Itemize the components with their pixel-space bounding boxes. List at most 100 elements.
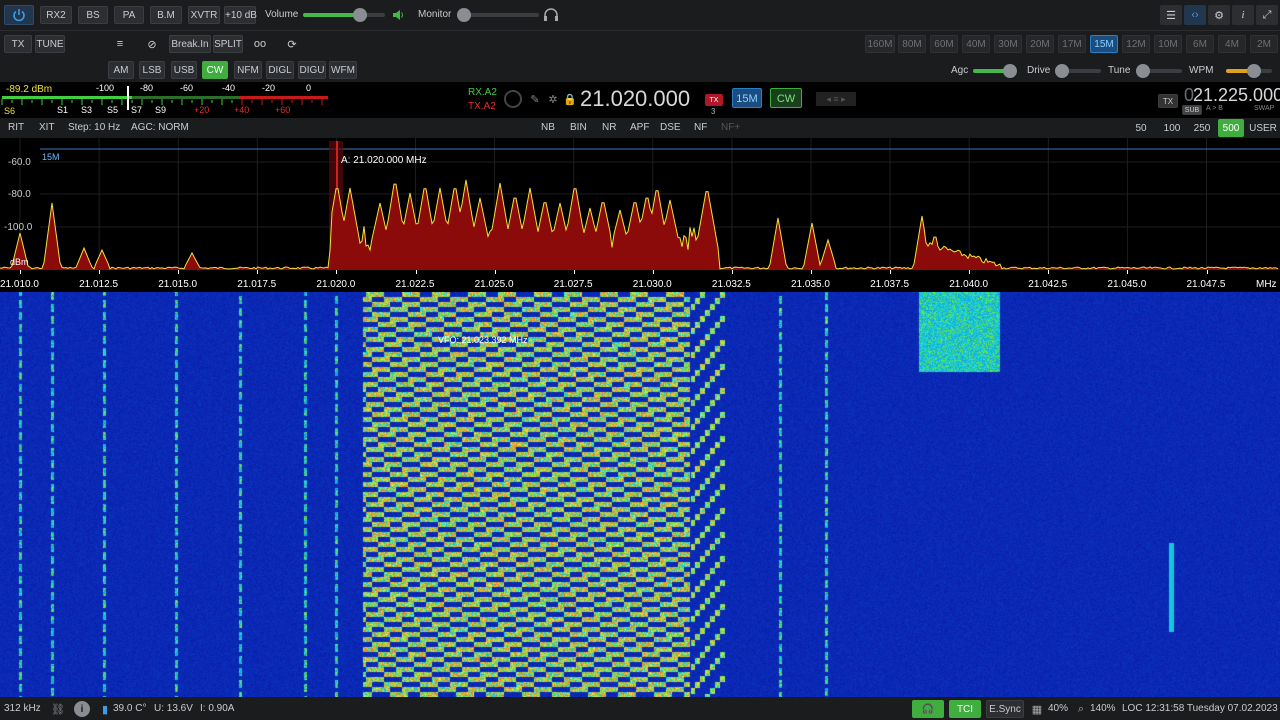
band-button-6m[interactable]: 6M <box>1186 35 1214 53</box>
agc-mode-label[interactable]: AGC: NORM <box>131 122 189 133</box>
info-circle-icon[interactable]: i <box>74 701 90 717</box>
sliders-icon[interactable]: ≡ <box>108 35 132 53</box>
band-button-2m[interactable]: 2M <box>1250 35 1278 53</box>
freq-tick-mark <box>20 270 21 274</box>
band-button-17m[interactable]: 17M <box>1058 35 1086 53</box>
tx-indicator: TX <box>705 94 723 106</box>
rx2-button[interactable]: RX2 <box>40 6 72 24</box>
step-label[interactable]: Step: 10 Hz <box>68 122 120 133</box>
filter-button-250[interactable]: 250 <box>1189 119 1215 137</box>
headset-icon: 🎧 <box>921 704 935 715</box>
link-icon[interactable]: ⛓ <box>50 701 66 717</box>
mode-button-wfm[interactable]: WFM <box>329 61 357 79</box>
mode-button-cw[interactable]: CW <box>202 61 228 79</box>
a-to-b-button[interactable]: A > B <box>1206 105 1223 112</box>
waterfall-panel[interactable]: VFO: 21.023.392 MHz <box>0 292 1280 697</box>
band-button-80m[interactable]: 80M <box>898 35 926 53</box>
filter-button-500[interactable]: 500 <box>1218 119 1244 137</box>
menu-icon[interactable]: ☰ <box>1160 5 1182 25</box>
mode-badge[interactable]: CW <box>770 88 802 108</box>
band-badge[interactable]: 15M <box>732 88 762 108</box>
xit-button[interactable]: XIT <box>39 122 55 133</box>
mode-button-nfm[interactable]: NFM <box>234 61 262 79</box>
band-button-20m[interactable]: 20M <box>1026 35 1054 53</box>
mode-button-am[interactable]: AM <box>108 61 134 79</box>
zoom-icon[interactable]: ⌕ <box>1074 702 1088 716</box>
dsp-button-dse[interactable]: DSE <box>660 122 681 133</box>
freq-tick-label: 21.032.5 <box>711 279 751 290</box>
spectrum-panel[interactable]: 15M A: 21.020.000 MHz -60.0 -80.0 -100.0… <box>0 138 1280 270</box>
headset-button[interactable]: 🎧 <box>912 700 944 718</box>
pa-button[interactable]: PA <box>114 6 144 24</box>
bs-button[interactable]: BS <box>78 6 108 24</box>
power-button[interactable] <box>4 5 34 25</box>
speaker-icon[interactable] <box>391 8 405 22</box>
mode-button-digl[interactable]: DIGL <box>266 61 294 79</box>
monitor-slider[interactable] <box>457 8 539 22</box>
vfo-a-frequency[interactable]: 21.020.000 <box>580 86 690 112</box>
band-button-4m[interactable]: 4M <box>1218 35 1246 53</box>
frequency-axis: 21.010.0 21.012.5 21.015.0 21.017.5 21.020.0… <box>0 270 1280 292</box>
step-arrows-icon[interactable]: ◂ ≡ ▸ <box>816 92 856 106</box>
dsp-button-nfplus[interactable]: NF+ <box>721 122 740 133</box>
band-button-30m[interactable]: 30M <box>994 35 1022 53</box>
gear-icon[interactable]: ⚙ <box>1208 5 1230 25</box>
esync-button[interactable]: E.Sync <box>986 700 1024 718</box>
band-button-60m[interactable]: 60M <box>930 35 958 53</box>
meter-bottom-tick: S1 <box>57 105 69 115</box>
mode-button-lsb[interactable]: LSB <box>139 61 165 79</box>
tci-button[interactable]: TCI <box>949 700 981 718</box>
expand-icon[interactable]: ⤢ <box>1256 5 1278 25</box>
dsp-button-nb[interactable]: NB <box>541 122 555 133</box>
tx-button[interactable]: TX <box>4 35 32 53</box>
pen-icon[interactable]: ✎ <box>528 92 542 106</box>
gear-small-icon[interactable]: ✲ <box>546 92 560 106</box>
record-icon[interactable]: ⟳ <box>279 35 305 53</box>
volume-slider[interactable] <box>303 8 385 22</box>
filter-button-100[interactable]: 100 <box>1159 119 1185 137</box>
tune-button[interactable]: TUNE <box>35 35 65 53</box>
mode-button-usb[interactable]: USB <box>171 61 197 79</box>
split-button[interactable]: SPLIT <box>213 35 243 53</box>
freq-tick-mark <box>1048 270 1050 274</box>
vfo-b-frequency[interactable]: 21.225.000 <box>1193 85 1280 106</box>
dsp-button-nr[interactable]: NR <box>602 122 616 133</box>
dsp-button-bin[interactable]: BIN <box>570 122 587 133</box>
lock-icon[interactable]: 🔒 <box>563 92 577 106</box>
band-button-15m[interactable]: 15M <box>1090 35 1118 53</box>
dsp-row: RIT XIT Step: 10 Hz AGC: NORM NB BIN NR APF… <box>0 118 1280 138</box>
agc-slider[interactable] <box>973 64 1018 78</box>
wpm-slider[interactable] <box>1226 64 1272 78</box>
breakin-button[interactable]: Break.In <box>169 35 211 53</box>
xvtr-button[interactable]: XVTR <box>188 6 220 24</box>
band-button-40m[interactable]: 40M <box>962 35 990 53</box>
band-button-12m[interactable]: 12M <box>1122 35 1150 53</box>
meter-bottom-tick: S7 <box>131 105 143 115</box>
sub-button[interactable]: SUB <box>1182 105 1202 115</box>
info-icon[interactable]: i <box>1232 5 1254 25</box>
mode-button-digu[interactable]: DIGU <box>298 61 326 79</box>
mute-icon[interactable]: ⊘ <box>140 35 164 53</box>
dsp-button-apf[interactable]: APF <box>630 122 649 133</box>
tx-vfo-b-badge: TX <box>1158 94 1178 108</box>
code-icon[interactable]: ‹› <box>1184 5 1206 25</box>
dsp-button-nf[interactable]: NF <box>694 122 707 133</box>
band-button-10m[interactable]: 10M <box>1154 35 1182 53</box>
plus10db-button[interactable]: +10 dB <box>224 6 257 24</box>
freq-tick-label: 21.047.5 <box>1186 279 1226 290</box>
drive-slider[interactable] <box>1055 64 1101 78</box>
headphones-icon[interactable] <box>543 8 559 22</box>
swap-button[interactable]: SWAP <box>1254 105 1274 112</box>
tape-icon[interactable]: oo <box>247 35 273 53</box>
rit-button[interactable]: RIT <box>8 122 24 133</box>
waterfall-canvas[interactable] <box>0 292 1280 697</box>
filter-button-user[interactable]: USER <box>1248 119 1278 137</box>
dial-icon[interactable] <box>504 90 522 108</box>
bm-button[interactable]: B.M <box>150 6 182 24</box>
band-button-160m[interactable]: 160M <box>865 35 895 53</box>
sub-badge: 3 <box>711 107 716 116</box>
filter-button-50[interactable]: 50 <box>1130 119 1152 137</box>
tune-slider[interactable] <box>1136 64 1182 78</box>
monitor-label: Monitor <box>418 9 452 20</box>
spectrum-plot[interactable] <box>0 138 1280 270</box>
